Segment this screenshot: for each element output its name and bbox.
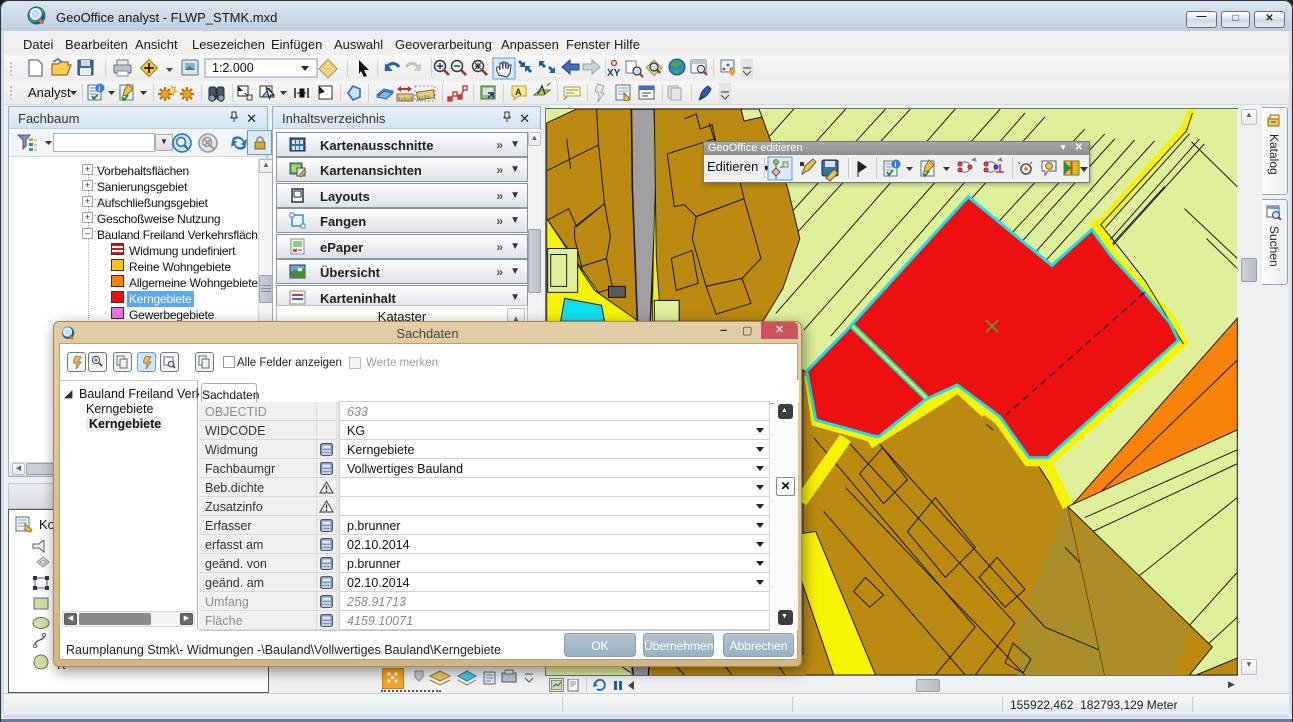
svg-text:i: i [895,162,897,169]
svg-text:XY: XY [607,68,621,79]
svg-text:Analyst: Analyst [28,85,71,100]
svg-text:1:2.000: 1:2.000 [212,61,254,75]
svg-text:A: A [515,87,522,97]
svg-text:i: i [98,86,100,93]
